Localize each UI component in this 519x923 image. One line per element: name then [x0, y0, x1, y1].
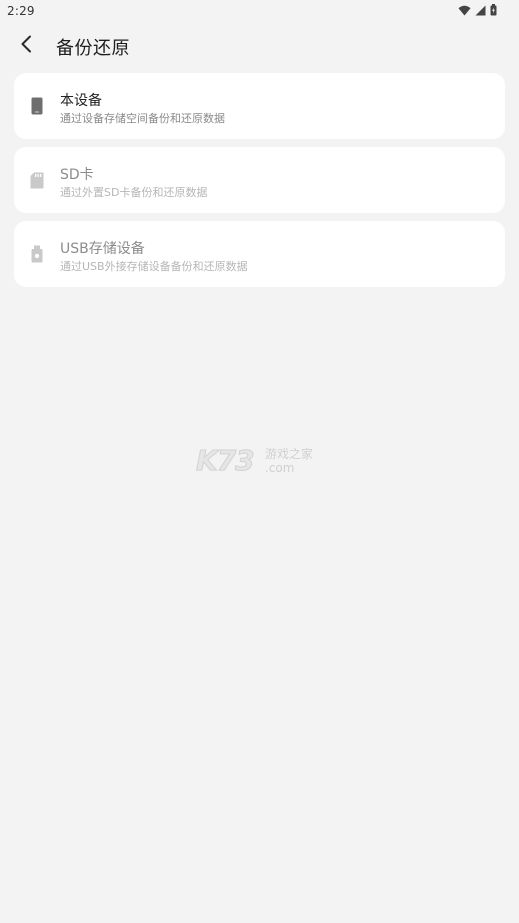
status-icons [458, 4, 497, 16]
option-subtitle: 通过USB外接存储设备备份和还原数据 [60, 260, 248, 273]
watermark-logo: K73 [196, 444, 256, 477]
wifi-icon [458, 5, 471, 16]
k73-watermark: K73 游戏之家 .com [196, 444, 324, 477]
battery-icon [490, 4, 497, 16]
option-title: 本设备 [60, 93, 102, 109]
backup-options-list: 本设备 通过设备存储空间备份和还原数据 SD卡 通过外置SD卡备份和还原数据 U… [14, 73, 505, 295]
page-title: 备份还原 [56, 38, 130, 59]
option-title: USB存储设备 [60, 241, 145, 257]
option-usb-storage[interactable]: USB存储设备 通过USB外接存储设备备份和还原数据 [14, 221, 505, 287]
option-title: SD卡 [60, 167, 94, 183]
backup-restore-screen: 2:29 备份还原 本设备 通过设备存储空间备份和还原数据 SD卡 通过外置SD… [0, 0, 519, 923]
back-arrow-icon [20, 35, 32, 57]
watermark-name: 游戏之家 [265, 447, 314, 461]
phone-icon [30, 95, 44, 117]
option-subtitle: 通过外置SD卡备份和还原数据 [60, 186, 208, 199]
back-button[interactable] [10, 30, 42, 62]
sd-card-icon [30, 169, 44, 191]
status-time: 2:29 [7, 4, 35, 18]
watermark-domain: .com [265, 461, 295, 475]
signal-icon [475, 5, 486, 16]
app-bar: 备份还原 [0, 22, 519, 70]
status-bar: 2:29 [0, 0, 519, 22]
option-local-device[interactable]: 本设备 通过设备存储空间备份和还原数据 [14, 73, 505, 139]
option-sd-card[interactable]: SD卡 通过外置SD卡备份和还原数据 [14, 147, 505, 213]
option-subtitle: 通过设备存储空间备份和还原数据 [60, 112, 225, 125]
usb-drive-icon [30, 243, 44, 265]
